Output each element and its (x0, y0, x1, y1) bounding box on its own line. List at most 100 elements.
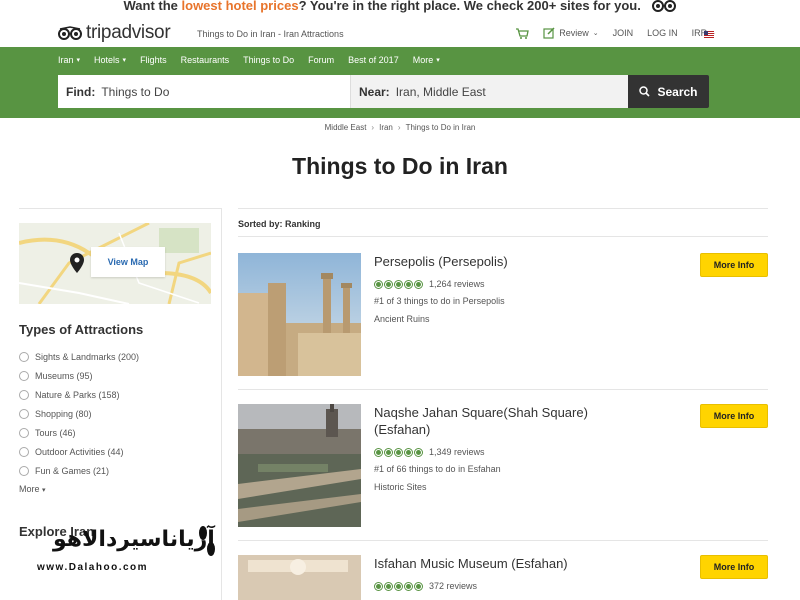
review-count[interactable]: 372 reviews (429, 581, 477, 591)
page-title: Things to Do in Iran (292, 153, 508, 179)
attraction-photo[interactable] (238, 555, 361, 600)
breadcrumb-item[interactable]: Iran (379, 123, 393, 132)
rating-bubble-icon (384, 279, 393, 289)
checkbox-icon[interactable] (19, 370, 29, 381)
promo-text-after: ? You're in the right place. We check 20… (298, 0, 641, 13)
category-item[interactable]: Tours (46) (19, 423, 139, 442)
search-button-label: Search (657, 84, 698, 99)
map-pin-icon (70, 253, 84, 278)
rating-bubble-icon (374, 581, 383, 591)
near-label: Near: (359, 84, 390, 99)
review-count[interactable]: 1,264 reviews (429, 279, 485, 289)
find-label: Find: (66, 84, 96, 99)
breadcrumb-item: Things to Do in Iran (405, 123, 476, 132)
us-flag-icon[interactable] (704, 31, 714, 38)
nav-item-more[interactable]: More ▾ (413, 55, 440, 65)
more-info-button[interactable]: More Info (700, 253, 768, 277)
chevron-down-icon: ▾ (76, 57, 81, 64)
category-item[interactable]: Sights & Landmarks (200) (19, 347, 139, 366)
rating-bubble-icon (404, 447, 413, 457)
attraction-photo[interactable] (238, 253, 361, 376)
category-item[interactable]: Shopping (80) (19, 404, 139, 423)
rating: 1,349 reviews (374, 447, 485, 457)
chevron-down-icon: ▾ (436, 57, 440, 64)
nav-item-best-of[interactable]: Best of 2017 (348, 55, 399, 65)
category-item[interactable]: Fun & Games (21) (19, 461, 139, 480)
checkbox-icon[interactable] (19, 351, 29, 362)
checkbox-icon[interactable] (19, 389, 29, 400)
nav-item-iran[interactable]: Iran ▾ (58, 55, 80, 65)
rating-bubble-icon (414, 581, 423, 591)
watermark: آریاناسیردالاهو www.Dalahoo.com (19, 520, 219, 575)
tripadvisor-logo[interactable]: tripadvisor (58, 22, 171, 44)
breadcrumb: Middle East › Iran › Things to Do in Iran (0, 123, 800, 132)
watermark-text: آریاناسیردالاهو (53, 526, 215, 551)
category-item[interactable]: Outdoor Activities (44) (19, 442, 139, 461)
chevron-right-icon: › (397, 123, 401, 132)
promo-highlight[interactable]: lowest hotel prices (182, 0, 299, 13)
promo-banner: Want the lowest hotel prices? You're in … (0, 0, 800, 14)
ranking-text: #1 of 3 things to do in Persepolis (374, 296, 505, 306)
rating-bubble-icon (394, 279, 403, 289)
more-info-button[interactable]: More Info (700, 404, 768, 428)
category-item[interactable]: Nature & Parks (158) (19, 385, 139, 404)
attraction-photo[interactable] (238, 404, 361, 527)
top-actions: Review ⌄ JOIN LOG IN IRR ⌄ (515, 27, 716, 39)
search-form: Find: Things to Do Near: Iran, Middle Ea… (58, 75, 709, 108)
owl-logo-icon (58, 26, 82, 40)
find-input[interactable]: Find: Things to Do (58, 75, 351, 108)
join-link[interactable]: JOIN (613, 28, 634, 38)
sort-bar: Sorted by: Ranking (238, 208, 768, 237)
more-info-button[interactable]: More Info (700, 555, 768, 579)
category-list: Sights & Landmarks (200) Museums (95) Na… (19, 347, 139, 480)
checkbox-icon[interactable] (19, 408, 29, 419)
category-item[interactable]: Museums (95) (19, 366, 139, 385)
more-categories-link[interactable]: More ▾ (19, 484, 46, 494)
pencil-icon (543, 27, 555, 39)
review-menu[interactable]: Review ⌄ (543, 27, 599, 39)
chevron-down-icon: ▾ (42, 487, 46, 494)
rating-bubble-icon (404, 279, 413, 289)
rating-bubble-icon (384, 447, 393, 457)
top-header: tripadvisor Things to Do in Iran - Iran … (0, 18, 800, 48)
breadcrumb-item[interactable]: Middle East (325, 123, 367, 132)
logo-text: tripadvisor (86, 22, 171, 43)
chevron-down-icon: ▾ (122, 57, 127, 64)
nav-item-hotels[interactable]: Hotels ▾ (94, 55, 126, 65)
near-value: Iran, Middle East (395, 84, 486, 99)
map-preview[interactable]: View Map (19, 223, 211, 304)
attraction-name[interactable]: Persepolis (Persepolis) (374, 253, 644, 270)
attraction-name[interactable]: Isfahan Music Museum (Esfahan) (374, 555, 644, 572)
checkbox-icon[interactable] (19, 427, 29, 438)
view-map-button[interactable]: View Map (91, 247, 165, 277)
attraction-type: Historic Sites (374, 482, 427, 492)
rating-bubble-icon (384, 581, 393, 591)
rating-bubble-icon (374, 279, 383, 289)
attraction-type: Ancient Ruins (374, 314, 430, 324)
footprints-icon (199, 526, 215, 556)
nav-item-flights[interactable]: Flights (140, 55, 167, 65)
checkbox-icon[interactable] (19, 465, 29, 476)
attraction-name[interactable]: Naqshe Jahan Square(Shah Square) (Esfaha… (374, 404, 644, 438)
rating-bubble-icon (394, 447, 403, 457)
cart-icon[interactable] (515, 27, 529, 39)
near-input[interactable]: Near: Iran, Middle East (351, 75, 628, 108)
nav-item-restaurants[interactable]: Restaurants (181, 55, 230, 65)
green-nav-bar: Iran ▾ Hotels ▾ Flights Restaurants Things… (0, 47, 800, 118)
rating: 1,264 reviews (374, 279, 485, 289)
review-count[interactable]: 1,349 reviews (429, 447, 485, 457)
find-value: Things to Do (101, 84, 170, 99)
search-button[interactable]: Search (628, 75, 709, 108)
rating-bubble-icon (404, 581, 413, 591)
nav-item-forum[interactable]: Forum (308, 55, 334, 65)
types-heading: Types of Attractions (19, 322, 144, 337)
checkbox-icon[interactable] (19, 446, 29, 457)
login-link[interactable]: LOG IN (647, 28, 678, 38)
nav-item-things-to-do[interactable]: Things to Do (243, 55, 294, 65)
rating-bubble-icon (414, 279, 423, 289)
search-icon (639, 86, 651, 97)
divider (238, 540, 768, 541)
chevron-right-icon: › (371, 123, 375, 132)
rating-bubble-icon (374, 447, 383, 457)
watermark-url: www.Dalahoo.com (37, 562, 149, 573)
